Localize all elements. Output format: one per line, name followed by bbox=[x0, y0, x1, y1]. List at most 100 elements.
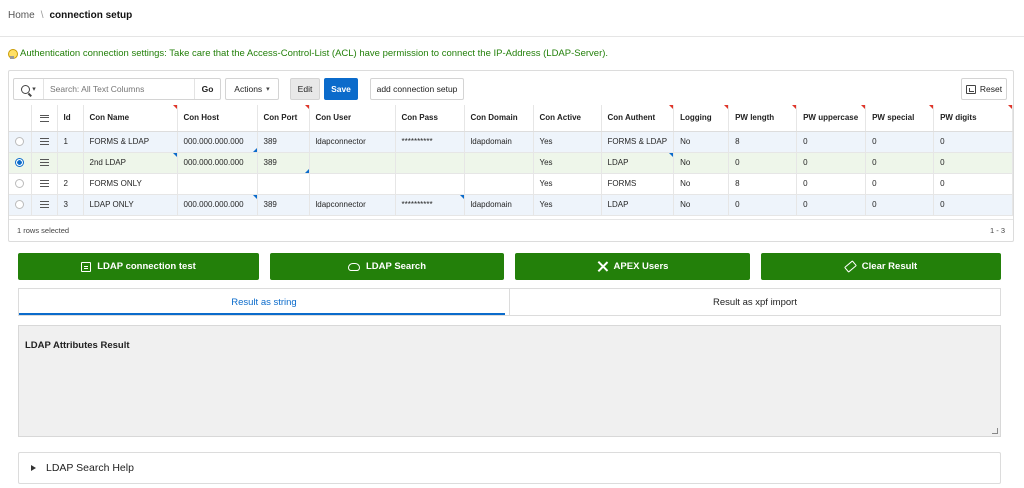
column-header-con-user[interactable]: Con User bbox=[309, 105, 396, 132]
cell-pw-uppercase[interactable]: 0 bbox=[796, 173, 867, 195]
cell-pw-length[interactable]: 8 bbox=[728, 173, 798, 195]
column-header-id[interactable]: Id bbox=[57, 105, 84, 132]
cell-con-user[interactable] bbox=[309, 173, 396, 195]
cell-con-pass[interactable]: ********** bbox=[395, 131, 465, 153]
cell-con-name[interactable]: FORMS & LDAP bbox=[83, 131, 178, 153]
clear-result-button[interactable]: Clear Result bbox=[761, 253, 1001, 280]
add-connection-button[interactable]: add connection setup bbox=[370, 78, 464, 100]
cell-con-name[interactable]: LDAP ONLY bbox=[83, 194, 178, 216]
resize-handle-icon[interactable] bbox=[992, 428, 998, 434]
table-row[interactable]: 2 FORMS ONLY Yes FORMS No 8 0 0 0 bbox=[9, 173, 1013, 195]
cell-id[interactable]: 1 bbox=[57, 131, 84, 153]
cell-pw-special[interactable]: 0 bbox=[865, 131, 935, 153]
cell-pw-uppercase[interactable]: 0 bbox=[796, 194, 867, 216]
cell-con-host[interactable] bbox=[177, 173, 258, 195]
cell-pw-special[interactable]: 0 bbox=[865, 194, 935, 216]
cell-con-active[interactable]: Yes bbox=[533, 173, 602, 195]
column-header-con-name[interactable]: Con Name bbox=[83, 105, 178, 132]
cell-pw-digits[interactable]: 0 bbox=[933, 194, 1013, 216]
column-header-con-authent[interactable]: Con Authent bbox=[601, 105, 675, 132]
cell-con-host[interactable]: 000.000.000.000 bbox=[177, 194, 258, 216]
cell-id[interactable]: 2 bbox=[57, 173, 84, 195]
cell-con-authent[interactable]: FORMS bbox=[601, 173, 675, 195]
table-row[interactable]: 2nd LDAP 000.000.000.000 389 Yes LDAP No… bbox=[9, 152, 1013, 174]
row-select-radio[interactable] bbox=[9, 173, 32, 195]
cell-pw-length[interactable]: 0 bbox=[728, 152, 798, 174]
ldap-search-button[interactable]: LDAP Search bbox=[270, 253, 504, 280]
cell-pw-digits[interactable]: 0 bbox=[933, 152, 1013, 174]
cell-con-active[interactable]: Yes bbox=[533, 131, 602, 153]
column-header-con-port[interactable]: Con Port bbox=[257, 105, 310, 132]
cell-con-active[interactable]: Yes bbox=[533, 194, 602, 216]
cell-logging[interactable]: No bbox=[673, 194, 730, 216]
row-actions-header[interactable] bbox=[31, 105, 58, 132]
cell-con-pass[interactable]: ********** bbox=[395, 194, 465, 216]
column-header-pw-digits[interactable]: PW digits bbox=[933, 105, 1013, 132]
row-actions-menu[interactable] bbox=[31, 152, 58, 174]
cell-con-user[interactable] bbox=[309, 152, 396, 174]
row-select-radio[interactable] bbox=[9, 194, 32, 216]
go-button[interactable]: Go bbox=[194, 79, 220, 99]
cell-con-active[interactable]: Yes bbox=[533, 152, 602, 174]
cell-con-user[interactable]: ldapconnector bbox=[309, 131, 396, 153]
caret-right-icon[interactable] bbox=[31, 465, 36, 471]
cell-con-port[interactable]: 389 bbox=[257, 194, 310, 216]
column-header-pw-uppercase[interactable]: PW uppercase bbox=[796, 105, 867, 132]
table-row[interactable]: 1 FORMS & LDAP 000.000.000.000 389 ldapc… bbox=[9, 131, 1013, 153]
ldap-search-help-region[interactable]: LDAP Search Help bbox=[18, 452, 1001, 484]
cell-pw-length[interactable]: 8 bbox=[728, 131, 798, 153]
cell-pw-length[interactable]: 0 bbox=[728, 194, 798, 216]
cell-pw-uppercase[interactable]: 0 bbox=[796, 131, 867, 153]
cell-con-user[interactable]: ldapconnector bbox=[309, 194, 396, 216]
cell-con-host[interactable]: 000.000.000.000 bbox=[177, 152, 258, 174]
cell-con-domain[interactable]: ldapdomain bbox=[464, 194, 534, 216]
cell-pw-digits[interactable]: 0 bbox=[933, 173, 1013, 195]
column-header-con-pass[interactable]: Con Pass bbox=[395, 105, 465, 132]
column-header-logging[interactable]: Logging bbox=[673, 105, 730, 132]
cell-con-port[interactable]: 389 bbox=[257, 131, 310, 153]
edit-button[interactable]: Edit bbox=[290, 78, 320, 100]
column-header-con-host[interactable]: Con Host bbox=[177, 105, 258, 132]
tab-result-as-string[interactable]: Result as string bbox=[19, 289, 509, 315]
cell-con-domain[interactable] bbox=[464, 173, 534, 195]
cell-pw-special[interactable]: 0 bbox=[865, 173, 935, 195]
cell-con-host[interactable]: 000.000.000.000 bbox=[177, 131, 258, 153]
column-header-pw-special[interactable]: PW special bbox=[865, 105, 935, 132]
ldap-attributes-result-area[interactable]: LDAP Attributes Result bbox=[18, 325, 1001, 437]
column-header-con-domain[interactable]: Con Domain bbox=[464, 105, 534, 132]
cell-con-authent[interactable]: LDAP bbox=[601, 152, 675, 174]
cell-con-name[interactable]: FORMS ONLY bbox=[83, 173, 178, 195]
cell-con-authent[interactable]: LDAP bbox=[601, 194, 675, 216]
cell-logging[interactable]: No bbox=[673, 131, 730, 153]
apex-users-button[interactable]: APEX Users bbox=[515, 253, 750, 280]
select-all-header[interactable] bbox=[9, 105, 32, 132]
cell-con-name[interactable]: 2nd LDAP bbox=[83, 152, 178, 174]
cell-pw-uppercase[interactable]: 0 bbox=[796, 152, 867, 174]
tab-result-as-xpf-import[interactable]: Result as xpf import bbox=[509, 289, 1000, 315]
cell-con-pass[interactable] bbox=[395, 173, 465, 195]
breadcrumb-home[interactable]: Home bbox=[8, 10, 35, 21]
cell-pw-special[interactable]: 0 bbox=[865, 152, 935, 174]
row-select-radio[interactable] bbox=[9, 152, 32, 174]
cell-con-port[interactable]: 389 bbox=[257, 152, 310, 174]
cell-con-domain[interactable]: ldapdomain bbox=[464, 131, 534, 153]
column-header-pw-length[interactable]: PW length bbox=[728, 105, 798, 132]
search-column-selector[interactable]: ▾ bbox=[14, 79, 44, 99]
cell-con-domain[interactable] bbox=[464, 152, 534, 174]
cell-logging[interactable]: No bbox=[673, 173, 730, 195]
cell-id[interactable] bbox=[57, 152, 84, 174]
table-row[interactable]: 3 LDAP ONLY 000.000.000.000 389 ldapconn… bbox=[9, 194, 1013, 216]
cell-con-authent[interactable]: FORMS & LDAP bbox=[601, 131, 675, 153]
row-select-radio[interactable] bbox=[9, 131, 32, 153]
row-actions-menu[interactable] bbox=[31, 194, 58, 216]
ldap-connection-test-button[interactable]: LDAP connection test bbox=[18, 253, 259, 280]
search-input[interactable] bbox=[44, 84, 184, 94]
reset-button[interactable]: Reset bbox=[961, 78, 1007, 100]
save-button[interactable]: Save bbox=[324, 78, 358, 100]
cell-con-port[interactable] bbox=[257, 173, 310, 195]
cell-id[interactable]: 3 bbox=[57, 194, 84, 216]
row-actions-menu[interactable] bbox=[31, 131, 58, 153]
actions-menu-button[interactable]: Actions ▾ bbox=[225, 78, 279, 100]
cell-logging[interactable]: No bbox=[673, 152, 730, 174]
cell-pw-digits[interactable]: 0 bbox=[933, 131, 1013, 153]
